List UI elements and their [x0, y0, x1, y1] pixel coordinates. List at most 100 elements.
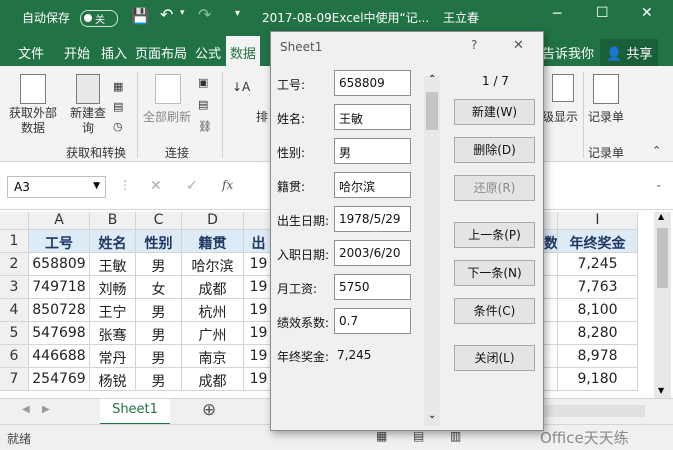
criteria-button[interactable]: 条件(C) — [454, 298, 535, 324]
column-header-b[interactable]: B — [90, 212, 136, 230]
delete-record-button[interactable]: 删除(D) — [454, 137, 535, 163]
table-cell[interactable] — [544, 253, 558, 276]
column-header-c[interactable]: C — [136, 212, 182, 230]
table-cell[interactable]: 王敏 — [90, 253, 136, 276]
header-cell[interactable]: 工号 — [29, 230, 90, 253]
restore-record-button[interactable]: 还原(R) — [454, 175, 535, 201]
table-cell[interactable] — [544, 276, 558, 299]
header-cell[interactable]: 年终奖金 — [558, 230, 638, 253]
undo-dropdown-icon[interactable]: ▾ — [180, 8, 185, 18]
row-number[interactable]: 4 — [0, 299, 29, 322]
sort-az-icon[interactable]: ↓A — [232, 80, 250, 94]
scroll-down-icon[interactable]: ▼ — [658, 386, 664, 395]
record-scroll-up-icon[interactable]: ⌃ — [428, 74, 436, 85]
table-cell[interactable]: 杭州 — [182, 299, 244, 322]
share-button[interactable]: 👤 共享 — [600, 39, 659, 66]
tab-data[interactable]: 数据 — [226, 36, 261, 66]
row-number[interactable]: 1 — [0, 230, 29, 253]
redo-icon[interactable]: ↷ — [198, 5, 211, 24]
get-external-data-button[interactable]: 获取外部数据 — [4, 106, 62, 136]
from-table-icon[interactable]: ▤ — [113, 100, 123, 113]
normal-view-icon[interactable]: ▦ — [376, 429, 387, 443]
column-header-d[interactable]: D — [182, 212, 244, 230]
column-header-i[interactable]: I — [558, 212, 638, 230]
new-query-button[interactable]: 新建查询 — [70, 106, 106, 136]
table-cell[interactable]: 446688 — [29, 345, 90, 368]
close-dialog-button[interactable]: 关闭(L) — [454, 345, 535, 371]
table-cell[interactable]: 547698 — [29, 322, 90, 345]
name-box[interactable]: A3 ▼ — [7, 176, 106, 198]
table-cell[interactable]: 张骞 — [90, 322, 136, 345]
table-cell[interactable]: 男 — [136, 322, 182, 345]
insert-function-icon[interactable]: fx — [222, 178, 233, 192]
dialog-close-icon[interactable]: ✕ — [513, 38, 524, 53]
table-cell[interactable]: 广州 — [182, 322, 244, 345]
table-cell[interactable] — [544, 368, 558, 391]
collapse-ribbon-icon[interactable]: ⌃ — [652, 144, 661, 157]
previous-record-button[interactable]: 上一条(P) — [454, 222, 535, 248]
name-box-dropdown-icon[interactable]: ▼ — [93, 181, 100, 191]
table-cell[interactable]: 杨锐 — [90, 368, 136, 391]
table-cell[interactable]: 成都 — [182, 368, 244, 391]
maximize-icon[interactable]: ☐ — [596, 5, 609, 21]
field-input[interactable]: 658809 — [334, 70, 411, 96]
table-cell[interactable]: 女 — [136, 276, 182, 299]
table-cell[interactable]: 7,245 — [558, 253, 638, 276]
field-input[interactable]: 哈尔滨 — [334, 172, 411, 198]
scroll-sheets-right-icon[interactable]: ▶ — [42, 404, 50, 415]
tab-insert[interactable]: 插入 — [101, 43, 127, 62]
table-cell[interactable]: 8,280 — [558, 322, 638, 345]
tab-formulas[interactable]: 公式 — [195, 43, 221, 62]
vertical-scrollbar[interactable]: ▲ ▼ — [654, 212, 671, 398]
page-layout-view-icon[interactable]: ▤ — [413, 429, 424, 443]
sheet-tab-sheet1[interactable]: Sheet1 — [100, 399, 170, 425]
dialog-help-icon[interactable]: ? — [471, 38, 477, 52]
record-scroll-thumb[interactable] — [426, 92, 438, 130]
field-input[interactable]: 2003/6/20 — [334, 240, 411, 266]
refresh-all-button[interactable]: 全部刷新 — [143, 108, 191, 125]
field-input[interactable]: 王敏 — [334, 104, 411, 130]
table-cell[interactable]: 254769 — [29, 368, 90, 391]
table-cell[interactable]: 658809 — [29, 253, 90, 276]
tell-me-box[interactable]: 告诉我你 — [542, 43, 594, 62]
properties-icon[interactable]: ▤ — [198, 98, 208, 111]
record-scrollbar[interactable]: ⌃ ⌄ — [424, 74, 440, 426]
table-cell[interactable] — [544, 322, 558, 345]
table-cell[interactable]: 王宁 — [90, 299, 136, 322]
sort-button[interactable]: 排 — [256, 108, 268, 125]
enter-formula-icon[interactable]: ✓ — [186, 178, 198, 194]
table-cell[interactable]: 9,180 — [558, 368, 638, 391]
autosave-toggle[interactable]: 关 — [80, 10, 118, 27]
show-queries-icon[interactable]: ▦ — [113, 80, 123, 93]
scroll-up-icon[interactable]: ▲ — [658, 212, 664, 221]
add-sheet-icon[interactable]: ⊕ — [202, 400, 216, 420]
row-number[interactable]: 6 — [0, 345, 29, 368]
table-cell[interactable]: 男 — [136, 253, 182, 276]
vertical-scroll-thumb[interactable] — [657, 228, 668, 288]
row-number[interactable]: 3 — [0, 276, 29, 299]
scroll-sheets-left-icon[interactable]: ◀ — [22, 404, 30, 415]
horizontal-scrollbar[interactable] — [545, 405, 645, 417]
field-input[interactable]: 0.7 — [334, 308, 411, 334]
save-icon[interactable]: 💾 — [131, 7, 150, 25]
table-cell[interactable]: 哈尔滨 — [182, 253, 244, 276]
connections-icon[interactable]: ▣ — [198, 76, 208, 89]
field-input[interactable]: 5750 — [334, 274, 411, 300]
page-break-view-icon[interactable]: ▥ — [450, 429, 461, 443]
table-cell[interactable]: 850728 — [29, 299, 90, 322]
column-header-h[interactable] — [544, 212, 558, 230]
column-header-a[interactable]: A — [29, 212, 90, 230]
tab-page-layout[interactable]: 页面布局 — [135, 43, 187, 62]
table-cell[interactable]: 7,763 — [558, 276, 638, 299]
field-input[interactable]: 男 — [334, 138, 411, 164]
table-cell[interactable]: 成都 — [182, 276, 244, 299]
new-record-button[interactable]: 新建(W) — [454, 99, 535, 125]
row-number[interactable]: 7 — [0, 368, 29, 391]
select-all-corner[interactable] — [0, 212, 29, 230]
minimize-icon[interactable]: ─ — [553, 6, 561, 22]
table-cell[interactable] — [544, 299, 558, 322]
recent-sources-icon[interactable]: ◷ — [113, 120, 123, 133]
undo-icon[interactable]: ↶ — [160, 5, 173, 24]
window-close-icon[interactable]: ✕ — [641, 5, 653, 21]
show-levels-button[interactable]: 级显示 — [542, 108, 578, 125]
